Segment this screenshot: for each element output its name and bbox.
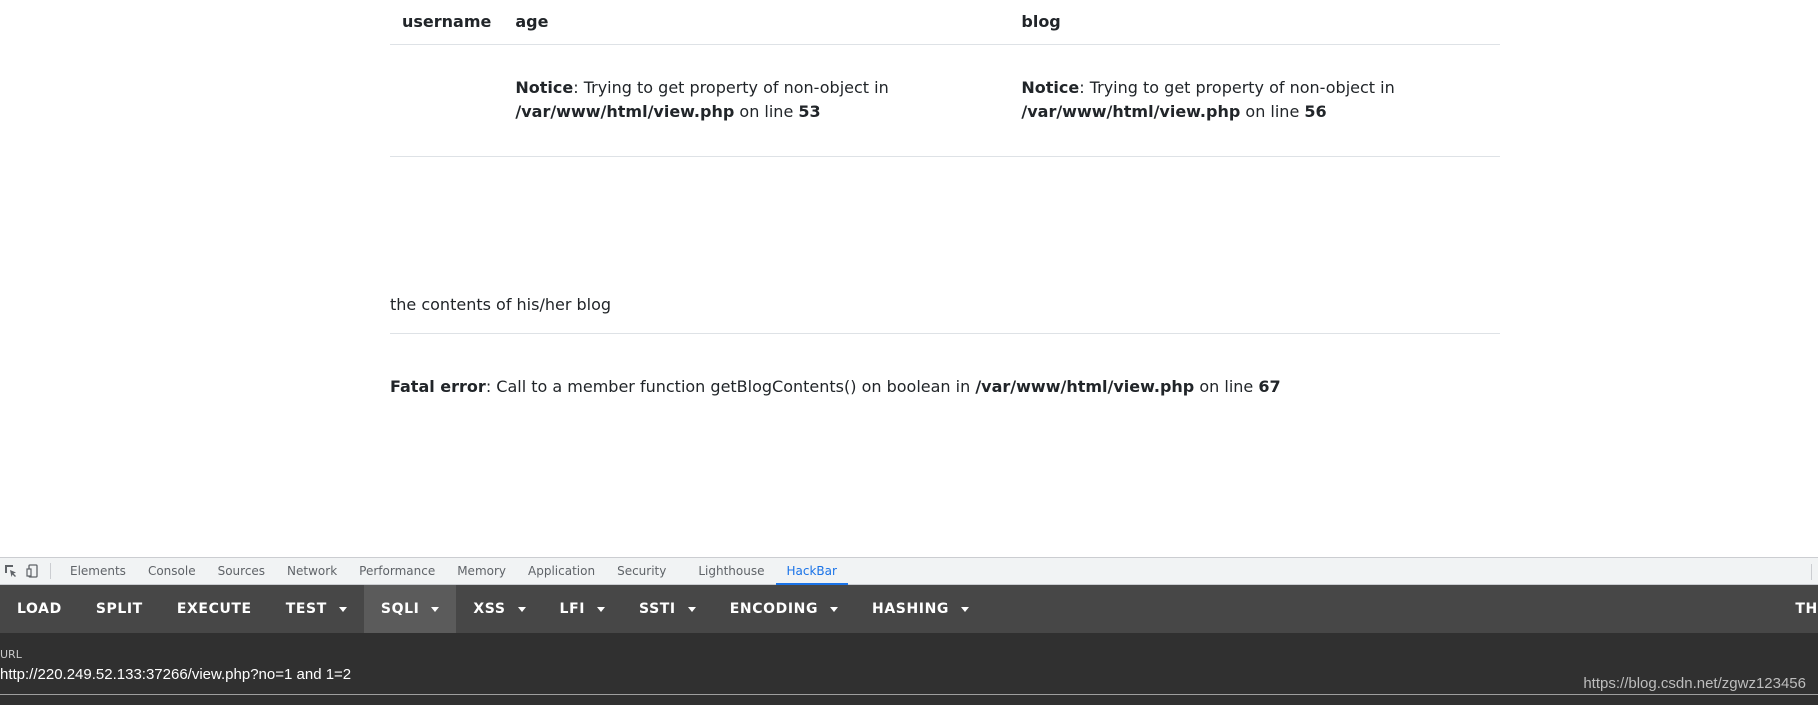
load-button[interactable]: LOAD (0, 585, 79, 633)
notice-line-number: 56 (1304, 102, 1327, 121)
encoding-menu-button[interactable]: ENCODING (713, 585, 855, 633)
test-menu-button[interactable]: TEST (269, 585, 364, 633)
notice-text: : Trying to get property of non-object i… (1079, 78, 1395, 97)
url-label: URL (0, 648, 22, 661)
notice-path: /var/www/html/view.php (1021, 102, 1241, 121)
device-toolbar-icon[interactable] (22, 560, 44, 582)
tab-console[interactable]: Console (137, 558, 207, 585)
lfi-menu-button[interactable]: LFI (543, 585, 623, 633)
notice-label: Notice (515, 78, 574, 97)
tab-application[interactable]: Application (517, 558, 606, 585)
fatal-error-path: /var/www/html/view.php (975, 377, 1195, 396)
devtools-tab-bar: Elements Console Sources Network Perform… (0, 557, 1818, 585)
notice-on-line: on line (734, 102, 799, 121)
caret-down-icon (431, 606, 440, 612)
blog-contents-label: the contents of his/her blog (390, 295, 612, 314)
sqli-menu-button[interactable]: SQLI (363, 585, 457, 633)
table-row: Notice: Trying to get property of non-ob… (390, 44, 1500, 157)
load-button-label: LOAD (17, 601, 62, 617)
caret-down-icon (961, 606, 970, 612)
caret-down-icon (687, 606, 696, 612)
fatal-error-on-line: on line (1194, 377, 1259, 396)
notice-line-number: 53 (798, 102, 821, 121)
theme-menu-button[interactable]: THE (1795, 585, 1818, 633)
blog-notice: Notice: Trying to get property of non-ob… (1021, 78, 1394, 121)
tab-network[interactable]: Network (276, 558, 348, 585)
tab-security[interactable]: Security (606, 558, 677, 585)
execute-button[interactable]: EXECUTE (160, 585, 269, 633)
ssti-menu-label: SSTI (639, 601, 676, 617)
caret-down-icon (830, 606, 839, 612)
ssti-menu-button[interactable]: SSTI (622, 585, 713, 633)
username-cell (390, 44, 504, 157)
tab-hackbar[interactable]: HackBar (775, 558, 848, 585)
content-divider (390, 333, 1500, 334)
blog-cell: Notice: Trying to get property of non-ob… (1009, 44, 1500, 157)
watermark-text: https://blog.csdn.net/zgwz123456 (1583, 675, 1806, 692)
notice-on-line: on line (1240, 102, 1305, 121)
tab-separator (50, 563, 51, 579)
inspect-icon[interactable] (0, 560, 22, 582)
notice-label: Notice (1021, 78, 1080, 97)
tab-sources[interactable]: Sources (207, 558, 276, 585)
encoding-menu-label: ENCODING (729, 601, 819, 617)
url-input-underline (0, 694, 1818, 695)
xss-menu-label: XSS (473, 601, 506, 617)
column-header-blog: blog (1009, 0, 1500, 45)
fatal-error-label: Fatal error (390, 377, 486, 396)
caret-down-icon (597, 606, 606, 612)
caret-down-icon (517, 606, 526, 612)
hashing-menu-label: HASHING (872, 601, 950, 617)
hashing-menu-button[interactable]: HASHING (855, 585, 986, 633)
tab-memory[interactable]: Memory (446, 558, 517, 585)
user-info-table: username age blog Notice: Trying to get … (390, 0, 1500, 157)
split-button[interactable]: SPLIT (79, 585, 160, 633)
sqli-menu-label: SQLI (380, 601, 420, 617)
caret-down-icon (338, 606, 347, 612)
notice-path: /var/www/html/view.php (515, 102, 735, 121)
url-input[interactable]: http://220.249.52.133:37266/view.php?no=… (0, 666, 351, 683)
fatal-error-line-number: 67 (1258, 377, 1281, 396)
age-cell: Notice: Trying to get property of non-ob… (503, 44, 1010, 157)
hackbar-toolbar: LOAD SPLIT EXECUTE TEST SQLI XSS LFI SST… (0, 585, 1818, 633)
xss-menu-button[interactable]: XSS (456, 585, 542, 633)
table-header-row: username age blog (390, 0, 1500, 45)
split-button-label: SPLIT (95, 601, 143, 617)
tab-lighthouse[interactable]: Lighthouse (687, 558, 775, 585)
tab-performance[interactable]: Performance (348, 558, 446, 585)
age-notice: Notice: Trying to get property of non-ob… (515, 78, 888, 121)
page-content: username age blog Notice: Trying to get … (0, 0, 1818, 557)
column-header-username: username (390, 0, 504, 45)
tab-elements[interactable]: Elements (59, 558, 137, 585)
notice-text: : Trying to get property of non-object i… (573, 78, 889, 97)
fatal-error-text: : Call to a member function getBlogConte… (485, 377, 976, 396)
fatal-error-message: Fatal error: Call to a member function g… (390, 377, 1281, 396)
lfi-menu-label: LFI (559, 601, 586, 617)
url-panel: URL http://220.249.52.133:37266/view.php… (0, 633, 1818, 705)
test-menu-label: TEST (285, 601, 327, 617)
column-header-age: age (503, 0, 1010, 45)
execute-button-label: EXECUTE (176, 601, 252, 617)
tab-bar-end-separator (1811, 564, 1812, 580)
theme-menu-label: THE (1795, 601, 1818, 617)
